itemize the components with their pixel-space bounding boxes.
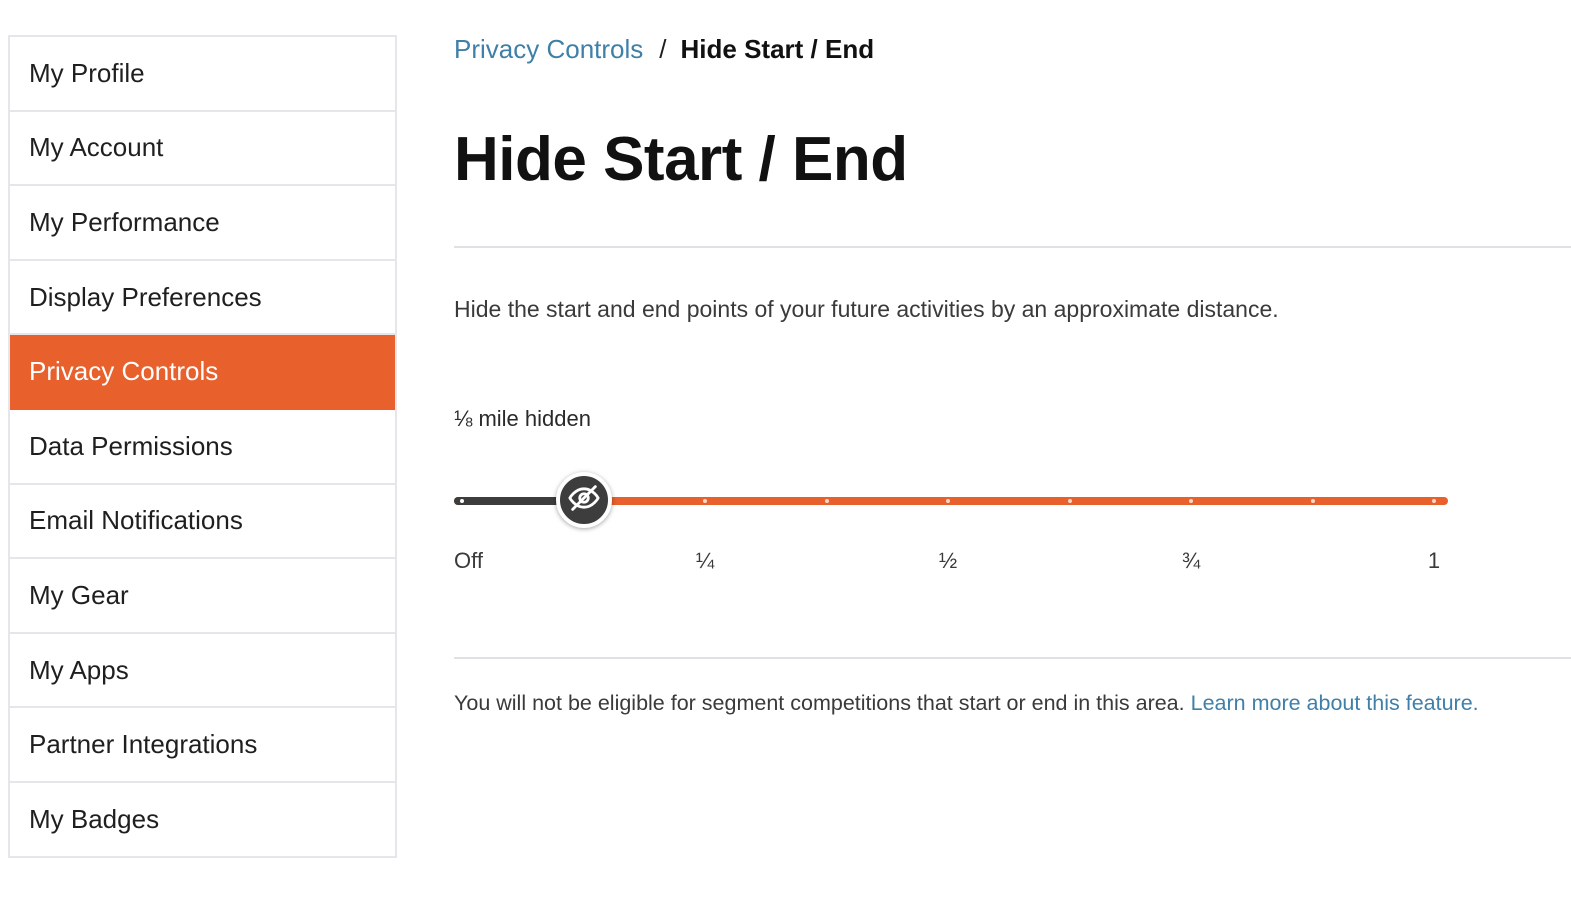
sidebar-item-display-preferences[interactable]: Display Preferences [10, 260, 395, 336]
tick-label-three-quarters: ¾ [1181, 548, 1201, 573]
slider-stop-dot [824, 499, 829, 503]
sidebar-item-my-gear[interactable]: My Gear [10, 559, 395, 634]
segment-eligibility-note: You will not be eligible for segment com… [454, 691, 1479, 716]
learn-more-link[interactable]: Learn more about this feature. [1191, 691, 1479, 715]
divider-bottom [454, 657, 1571, 659]
sidebar-item-my-profile[interactable]: My Profile [10, 37, 395, 112]
breadcrumb-link-privacy-controls[interactable]: Privacy Controls [454, 34, 643, 64]
divider-top [454, 246, 1571, 248]
sidebar-item-my-apps[interactable]: My Apps [10, 633, 395, 709]
slider-tick-labels: Off ¼ ½ ¾ 1 [454, 548, 1450, 578]
slider-thumb[interactable] [555, 472, 612, 528]
sidebar-item-email-notifications[interactable]: Email Notifications [10, 484, 395, 560]
page-description: Hide the start and end points of your fu… [454, 296, 1279, 322]
settings-sidebar: My Profile My Account My Performance Dis… [8, 35, 397, 858]
slider-stop-dot [460, 499, 464, 503]
sidebar-item-partner-integrations[interactable]: Partner Integrations [10, 708, 395, 783]
breadcrumb-separator: / [659, 34, 667, 64]
tick-label-half: ½ [938, 548, 958, 573]
slider-value-label: ⅛ mile hidden [454, 406, 591, 431]
note-text: You will not be eligible for segment com… [454, 691, 1185, 715]
sidebar-item-my-performance[interactable]: My Performance [10, 186, 395, 261]
slider-stop-dot [946, 499, 950, 503]
eye-slash-icon [567, 481, 601, 520]
slider-stop-dot [1067, 499, 1072, 503]
page-title: Hide Start / End [454, 125, 908, 194]
hide-distance-slider[interactable] [454, 472, 1450, 532]
sidebar-item-my-account[interactable]: My Account [10, 111, 395, 187]
slider-stop-dot [1310, 499, 1315, 503]
sidebar-item-data-permissions[interactable]: Data Permissions [10, 409, 395, 485]
sidebar-item-my-badges[interactable]: My Badges [10, 782, 395, 858]
breadcrumb-current: Hide Start / End [680, 34, 875, 64]
slider-stop-dot [703, 499, 707, 503]
tick-label-quarter: ¼ [695, 548, 715, 573]
tick-label-off: Off [454, 548, 483, 573]
sidebar-item-privacy-controls[interactable]: Privacy Controls [10, 335, 395, 410]
breadcrumb: Privacy Controls / Hide Start / End [454, 34, 874, 65]
slider-stop-dot [1189, 499, 1193, 503]
tick-label-one: 1 [1427, 548, 1441, 573]
slider-stop-dot [1432, 499, 1436, 503]
